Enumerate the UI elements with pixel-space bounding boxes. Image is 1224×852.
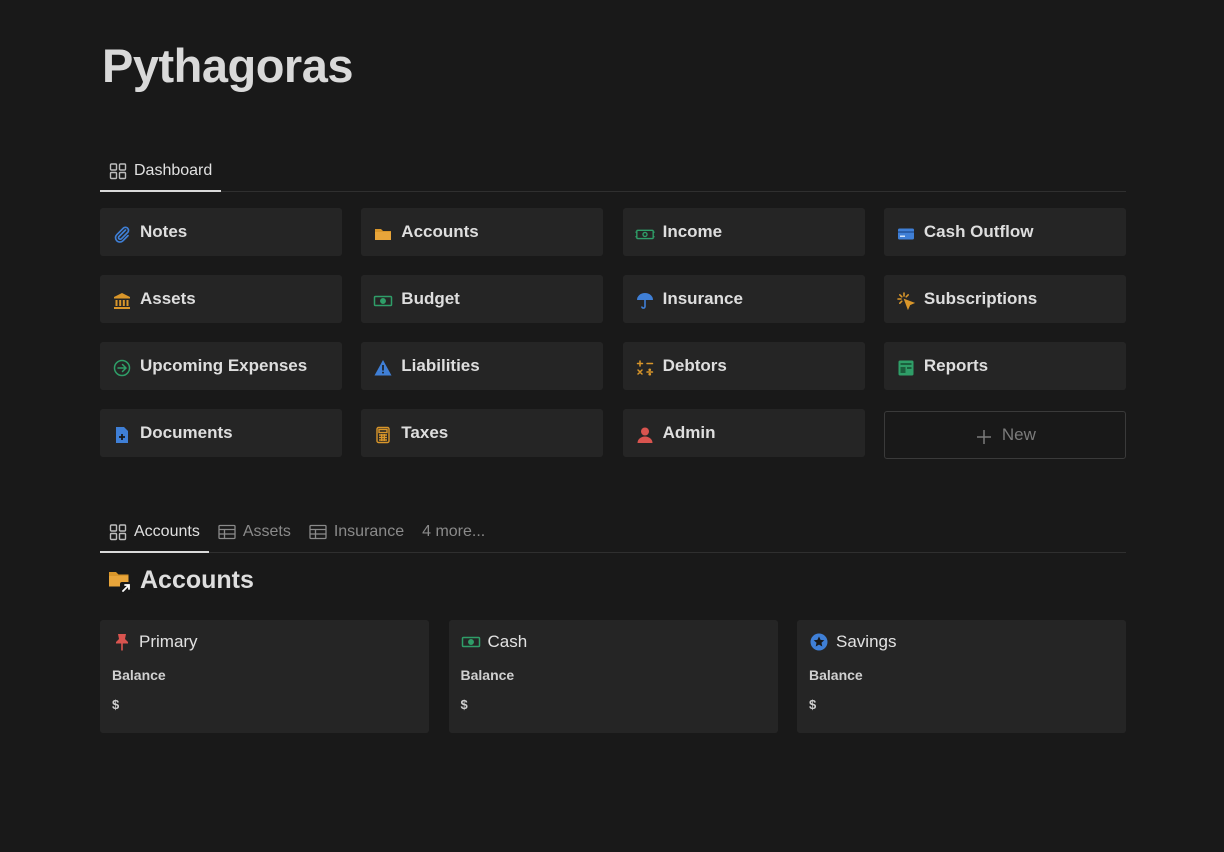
tab-label: Insurance — [333, 523, 405, 540]
tile-admin[interactable]: Admin — [622, 409, 865, 457]
tile-label: Upcoming Expenses — [140, 356, 308, 375]
card-title: Savings — [836, 632, 897, 651]
tile-label: Assets — [140, 289, 196, 308]
tile-upcoming-expenses[interactable]: Upcoming Expenses — [100, 342, 342, 390]
table-icon — [218, 523, 236, 541]
tile-label: Notes — [140, 222, 188, 241]
folder-link-icon — [108, 568, 134, 594]
tile-label: Cash Outflow — [923, 222, 1034, 241]
section-title: Accounts — [108, 566, 254, 595]
banknote-icon — [461, 632, 481, 652]
umbrella-icon — [635, 291, 655, 311]
card-title: Cash — [487, 632, 528, 651]
card-header: Savings — [809, 632, 1114, 652]
tile-label: Income — [662, 222, 723, 241]
report-icon — [896, 358, 916, 378]
account-card-cash[interactable]: Cash Balance $ — [448, 620, 778, 733]
tile-budget[interactable]: Budget — [361, 275, 604, 323]
arrow-circle-icon — [112, 358, 132, 378]
tile-label: Reports — [923, 356, 989, 375]
paperclip-icon — [112, 224, 132, 244]
tile-liabilities[interactable]: Liabilities — [361, 342, 604, 390]
dashboard-tab-bar: Dashboard — [100, 151, 1126, 192]
card-property-value: $ — [809, 697, 817, 712]
table-icon — [309, 523, 327, 541]
card-property-label: Balance — [460, 667, 515, 683]
new-button[interactable]: New — [883, 411, 1126, 459]
accounts-gallery: Primary Balance $ Cash Balance $ Savings… — [100, 620, 1126, 733]
pin-icon — [112, 632, 132, 652]
tile-taxes[interactable]: Taxes — [361, 409, 604, 457]
calculator-icon — [373, 425, 393, 445]
tab-dashboard[interactable]: Dashboard — [100, 151, 222, 192]
tab-assets-view[interactable]: Assets — [209, 512, 300, 552]
warning-icon — [373, 358, 393, 378]
tile-cash-outflow[interactable]: Cash Outflow — [883, 208, 1126, 256]
tab-label: 4 more... — [422, 523, 486, 540]
tab-label: Accounts — [134, 523, 200, 540]
tile-label: Subscriptions — [923, 289, 1038, 308]
tile-reports[interactable]: Reports — [883, 342, 1126, 390]
account-card-primary[interactable]: Primary Balance $ — [100, 620, 429, 733]
card-title: Primary — [139, 632, 198, 651]
folder-icon — [373, 224, 393, 244]
star-circle-icon — [809, 632, 829, 652]
gallery-icon — [109, 162, 127, 180]
dashboard-tiles: Notes Accounts Income Cash Outflow Asset… — [100, 208, 1126, 459]
tile-label: Accounts — [401, 222, 479, 241]
credit-card-icon — [896, 224, 916, 244]
new-label: New — [1001, 425, 1036, 444]
tile-accounts[interactable]: Accounts — [361, 208, 604, 256]
card-property-label: Balance — [809, 667, 863, 683]
money-icon — [635, 224, 655, 244]
card-property-value: $ — [460, 697, 468, 712]
more-views-tab[interactable]: 4 more... — [413, 512, 494, 552]
card-property-value: $ — [112, 697, 120, 712]
bank-icon — [112, 291, 132, 311]
tab-accounts-view[interactable]: Accounts — [100, 512, 209, 553]
math-icon — [635, 358, 655, 378]
view-tab-bar: Accounts Assets Insurance 4 more... — [100, 512, 1126, 553]
account-card-savings[interactable]: Savings Balance $ — [797, 620, 1126, 733]
tab-label: Assets — [242, 523, 291, 540]
tile-label: Documents — [140, 423, 233, 442]
tile-label: Taxes — [401, 423, 449, 442]
plus-icon — [974, 427, 994, 447]
tile-label: Liabilities — [401, 356, 480, 375]
gallery-icon — [109, 523, 127, 541]
person-icon — [635, 425, 655, 445]
tile-label: Debtors — [662, 356, 727, 375]
document-add-icon — [112, 425, 132, 445]
tile-documents[interactable]: Documents — [100, 409, 342, 457]
tile-assets[interactable]: Assets — [100, 275, 342, 323]
card-header: Cash — [461, 632, 766, 652]
tile-label: Insurance — [662, 289, 743, 308]
tab-label: Dashboard — [134, 162, 213, 179]
tile-debtors[interactable]: Debtors — [622, 342, 865, 390]
tile-insurance[interactable]: Insurance — [622, 275, 865, 323]
section-title-text: Accounts — [140, 566, 254, 594]
banknote-icon — [373, 291, 393, 311]
tile-income[interactable]: Income — [622, 208, 865, 256]
card-header: Primary — [112, 632, 417, 652]
tile-notes[interactable]: Notes — [100, 208, 342, 256]
tile-label: Budget — [401, 289, 460, 308]
tab-insurance-view[interactable]: Insurance — [300, 512, 413, 552]
tile-label: Admin — [662, 423, 716, 442]
page-title: Pythagoras — [102, 39, 353, 92]
tile-subscriptions[interactable]: Subscriptions — [883, 275, 1126, 323]
click-icon — [896, 291, 916, 311]
card-property-label: Balance — [112, 667, 166, 683]
